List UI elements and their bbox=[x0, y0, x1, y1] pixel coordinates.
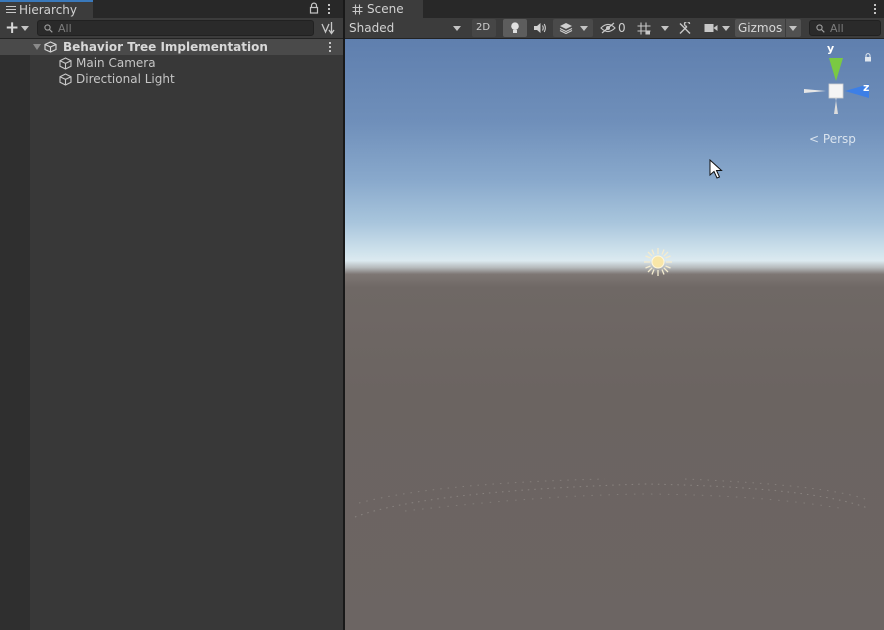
scene-name-label: Behavior Tree Implementation bbox=[63, 40, 268, 54]
hierarchy-item-main-camera[interactable]: Main Camera bbox=[0, 55, 343, 71]
gizmos-separator bbox=[785, 19, 786, 37]
lock-icon[interactable] bbox=[864, 53, 872, 62]
component-tools-button[interactable] bbox=[676, 19, 694, 37]
grid-hash-icon bbox=[352, 4, 363, 14]
search-icon bbox=[816, 24, 825, 33]
scene-tab-label: Scene bbox=[367, 2, 404, 16]
tools-icon bbox=[679, 22, 691, 34]
hierarchy-gutter bbox=[0, 39, 30, 630]
directional-light-gizmo-icon[interactable] bbox=[643, 247, 673, 277]
plus-icon: + bbox=[5, 18, 20, 38]
foldout-arrow-icon[interactable] bbox=[33, 44, 41, 50]
gameobject-cube-icon bbox=[59, 57, 72, 70]
scene-toolbar: Shaded 2D 0 Gizmos All bbox=[345, 18, 884, 39]
axis-label-z: z bbox=[863, 81, 870, 94]
toggle-2d-button[interactable]: 2D bbox=[472, 19, 496, 37]
draw-mode-dropdown[interactable]: Shaded bbox=[345, 19, 465, 37]
hierarchy-search-field[interactable] bbox=[37, 20, 314, 36]
scene-audio-button[interactable] bbox=[529, 19, 551, 37]
create-dropdown-button[interactable]: + bbox=[4, 18, 32, 38]
hierarchy-toolbar: + bbox=[0, 18, 343, 39]
chevron-down-icon bbox=[580, 26, 588, 31]
scene-visibility-toggle[interactable]: 0 bbox=[597, 19, 629, 37]
chevron-down-icon bbox=[21, 26, 29, 31]
ground-grid bbox=[354, 478, 871, 518]
mouse-cursor-icon bbox=[709, 159, 723, 179]
hierarchy-tree: Behavior Tree Implementation Main Camera… bbox=[0, 39, 343, 630]
lightbulb-icon bbox=[511, 22, 519, 33]
hierarchy-item-directional-light[interactable]: Directional Light bbox=[0, 71, 343, 87]
scene-effects-dropdown[interactable] bbox=[553, 19, 593, 37]
sort-alphabetical-icon[interactable] bbox=[319, 20, 337, 36]
projection-toggle[interactable]: < Persp bbox=[809, 132, 856, 146]
chevron-down-icon bbox=[661, 26, 669, 31]
scene-tab[interactable]: Scene bbox=[345, 0, 423, 18]
hierarchy-tab-label: Hierarchy bbox=[19, 3, 78, 17]
chevron-down-icon[interactable] bbox=[789, 26, 797, 31]
scene-tab-bar: Scene bbox=[345, 0, 884, 18]
scene-options-icon[interactable] bbox=[326, 41, 334, 53]
hidden-objects-count: 0 bbox=[618, 21, 626, 35]
search-icon bbox=[44, 24, 53, 33]
projection-label: Persp bbox=[822, 132, 856, 146]
scene-viewport[interactable]: y z < Persp bbox=[345, 39, 884, 630]
lock-icon[interactable] bbox=[308, 2, 320, 14]
layers-icon bbox=[559, 23, 573, 34]
hierarchy-list-icon bbox=[6, 6, 16, 14]
unity-scene-icon bbox=[44, 41, 57, 53]
scene-search-input[interactable] bbox=[830, 21, 876, 35]
scene-panel: Scene Shaded 2D 0 Gizmos All y z < Persp bbox=[345, 0, 884, 630]
toggle-2d-label: 2D bbox=[476, 22, 491, 33]
hierarchy-item-label: Directional Light bbox=[76, 72, 175, 86]
camera-icon bbox=[704, 24, 718, 32]
scene-search-field[interactable] bbox=[809, 20, 881, 36]
axis-label-y: y bbox=[827, 42, 835, 55]
scene-row[interactable]: Behavior Tree Implementation bbox=[0, 39, 343, 55]
scene-options-icon[interactable] bbox=[871, 2, 879, 15]
scene-lighting-button[interactable] bbox=[503, 19, 527, 37]
hierarchy-item-label: Main Camera bbox=[76, 56, 156, 70]
hierarchy-search-input[interactable] bbox=[58, 21, 309, 35]
hierarchy-options-icon[interactable] bbox=[325, 2, 333, 15]
grid-snap-icon bbox=[637, 22, 651, 35]
eye-hidden-icon bbox=[600, 22, 616, 34]
speaker-icon bbox=[534, 23, 546, 33]
scene-camera-dropdown[interactable] bbox=[702, 19, 734, 37]
draw-mode-label: Shaded bbox=[349, 21, 395, 35]
persp-chevron-icon: < bbox=[809, 132, 820, 146]
gizmos-label: Gizmos bbox=[738, 21, 783, 35]
hierarchy-tab-bar: Hierarchy bbox=[0, 0, 343, 18]
hierarchy-panel: Hierarchy + All Behavior Tree Implementa… bbox=[0, 0, 343, 630]
hierarchy-tab[interactable]: Hierarchy bbox=[0, 0, 93, 18]
chevron-down-icon bbox=[722, 26, 730, 31]
gameobject-cube-icon bbox=[59, 73, 72, 86]
grid-settings-dropdown[interactable] bbox=[634, 19, 674, 37]
gizmos-dropdown[interactable]: Gizmos bbox=[735, 19, 801, 37]
chevron-down-icon bbox=[453, 26, 461, 31]
